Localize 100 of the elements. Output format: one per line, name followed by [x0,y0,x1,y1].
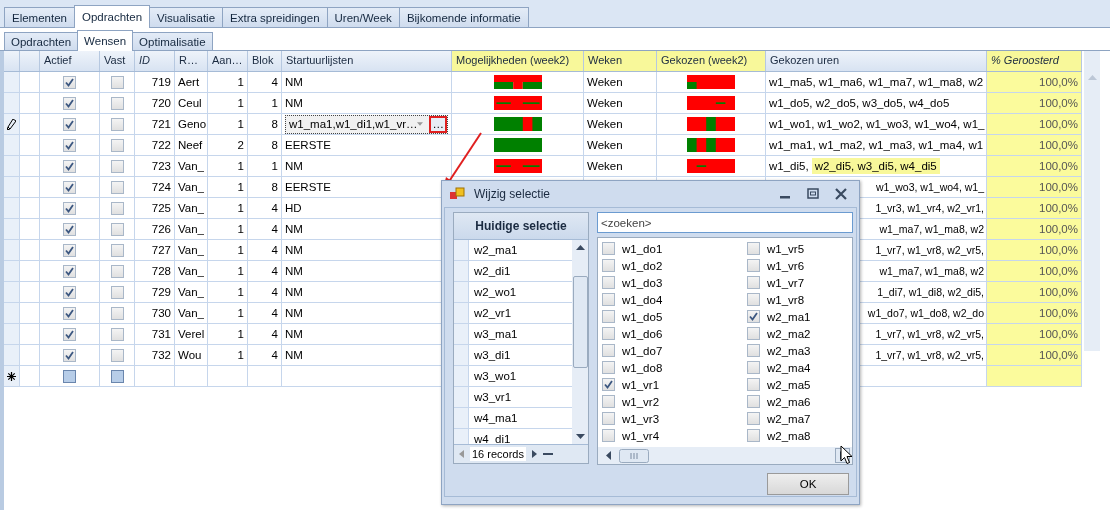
list-item[interactable]: w3_ma1 [469,324,523,344]
checkbox[interactable] [747,361,760,374]
column-header[interactable]: R… [175,51,208,71]
list-item[interactable]: w3_vr1 [469,387,517,407]
checkbox[interactable] [110,96,124,110]
checkbox[interactable] [110,306,124,320]
option-label[interactable]: w2_ma2 [767,327,811,340]
option-label[interactable]: w1_do2 [622,259,663,272]
checkbox[interactable] [63,222,76,236]
option-label[interactable]: w1_do1 [622,242,663,255]
checkbox[interactable] [602,378,615,391]
checkbox[interactable] [602,412,615,425]
option-label[interactable]: w2_ma8 [767,429,811,442]
checkbox[interactable] [110,75,124,89]
checkbox[interactable] [63,96,76,110]
tab[interactable]: Opdrachten [74,5,151,28]
scroll-up-icon[interactable] [575,245,585,250]
column-header[interactable]: % Geroosterd [987,51,1082,71]
checkbox[interactable] [747,310,760,323]
list-item[interactable]: w2_di1 [469,261,516,281]
previous-icon[interactable] [459,450,464,458]
column-header[interactable]: Blok [248,51,282,71]
dropdown-arrow-icon[interactable] [417,122,424,126]
scroll-thumb[interactable] [572,276,588,368]
checkbox[interactable] [110,285,124,299]
column-header[interactable]: ID [135,51,175,71]
tab[interactable]: Uren/Week [326,7,400,27]
checkbox[interactable] [110,264,124,278]
row-header[interactable] [4,114,20,135]
restore-icon[interactable] [807,188,819,200]
option-label[interactable]: w1_vr6 [767,259,805,272]
option-label[interactable]: w1_do3 [622,276,663,289]
option-label[interactable]: w1_vr5 [767,242,805,255]
tab[interactable]: Bijkomende informatie [398,7,529,27]
tab[interactable]: Optimalisatie [132,32,213,50]
option-label[interactable]: w1_vr1 [622,378,660,391]
column-header[interactable]: Aan… [208,51,248,71]
checkbox[interactable] [110,117,124,131]
checkbox[interactable] [63,180,76,194]
checkbox[interactable] [63,327,76,341]
option-label[interactable]: w1_vr2 [622,395,660,408]
checkbox[interactable] [602,310,615,323]
checkbox[interactable] [110,369,124,383]
checkbox[interactable] [747,293,760,306]
scroll-down-icon[interactable] [575,434,585,439]
option-label[interactable]: w2_ma6 [767,395,811,408]
list-item[interactable]: w4_ma1 [469,408,523,428]
option-label[interactable]: w1_do7 [622,344,663,357]
scrollbar[interactable] [1084,51,1100,351]
list-item[interactable]: w3_wo1 [469,366,522,386]
scrollbar[interactable] [598,447,852,464]
list-item[interactable]: w2_vr1 [469,303,517,323]
checkbox[interactable] [110,348,124,362]
checkbox[interactable] [602,429,615,442]
tab[interactable]: Visualisatie [149,7,224,27]
checkbox[interactable] [63,348,76,362]
checkbox[interactable] [602,361,615,374]
checkbox[interactable] [110,159,124,173]
option-label[interactable]: w1_do4 [622,293,663,306]
checkbox[interactable] [110,138,124,152]
scroll-thumb-icon[interactable] [619,448,649,463]
next-icon[interactable] [532,450,537,458]
checkbox[interactable] [63,285,76,299]
tab[interactable]: Extra spreidingen [222,7,328,27]
column-header[interactable]: Gekozen (week2) [657,51,766,71]
search-field[interactable]: <zoeken> [597,212,853,233]
checkbox[interactable] [110,201,124,215]
checkbox[interactable] [747,276,760,289]
option-label[interactable]: w1_vr4 [622,429,660,442]
checkbox[interactable] [63,75,76,89]
checkbox[interactable] [63,138,76,152]
checkbox[interactable] [747,344,760,357]
checkbox[interactable] [747,395,760,408]
option-label[interactable]: w2_ma3 [767,344,811,357]
scroll-left-icon[interactable] [606,451,611,460]
checkbox[interactable] [602,293,615,306]
checkbox[interactable] [110,222,124,236]
checkbox[interactable] [602,395,615,408]
checkbox[interactable] [747,242,760,255]
checkbox[interactable] [110,327,124,341]
column-header[interactable]: Actief [40,51,100,71]
option-label[interactable]: w2_ma1 [767,310,811,323]
ok-button[interactable]: OK [767,473,849,495]
checkbox[interactable] [747,327,760,340]
option-label[interactable]: w2_ma7 [767,412,811,425]
dropdown-field[interactable]: w1_ma1,w1_di1,w1_vr… … [285,114,448,134]
checkbox[interactable] [747,429,760,442]
checkbox[interactable] [63,243,76,257]
checkbox[interactable] [63,201,76,215]
ellipsis-button[interactable]: … [429,115,447,133]
checkbox[interactable] [602,259,615,272]
option-label[interactable]: w1_do8 [622,361,663,374]
checkbox[interactable] [63,306,76,320]
option-label[interactable]: w2_ma5 [767,378,811,391]
list-item[interactable]: w2_ma1 [469,240,523,260]
option-label[interactable]: w1_do6 [622,327,663,340]
checkbox[interactable] [602,242,615,255]
option-label[interactable]: w1_do5 [622,310,663,323]
tab[interactable]: Wensen [77,30,134,51]
checkbox[interactable] [747,259,760,272]
